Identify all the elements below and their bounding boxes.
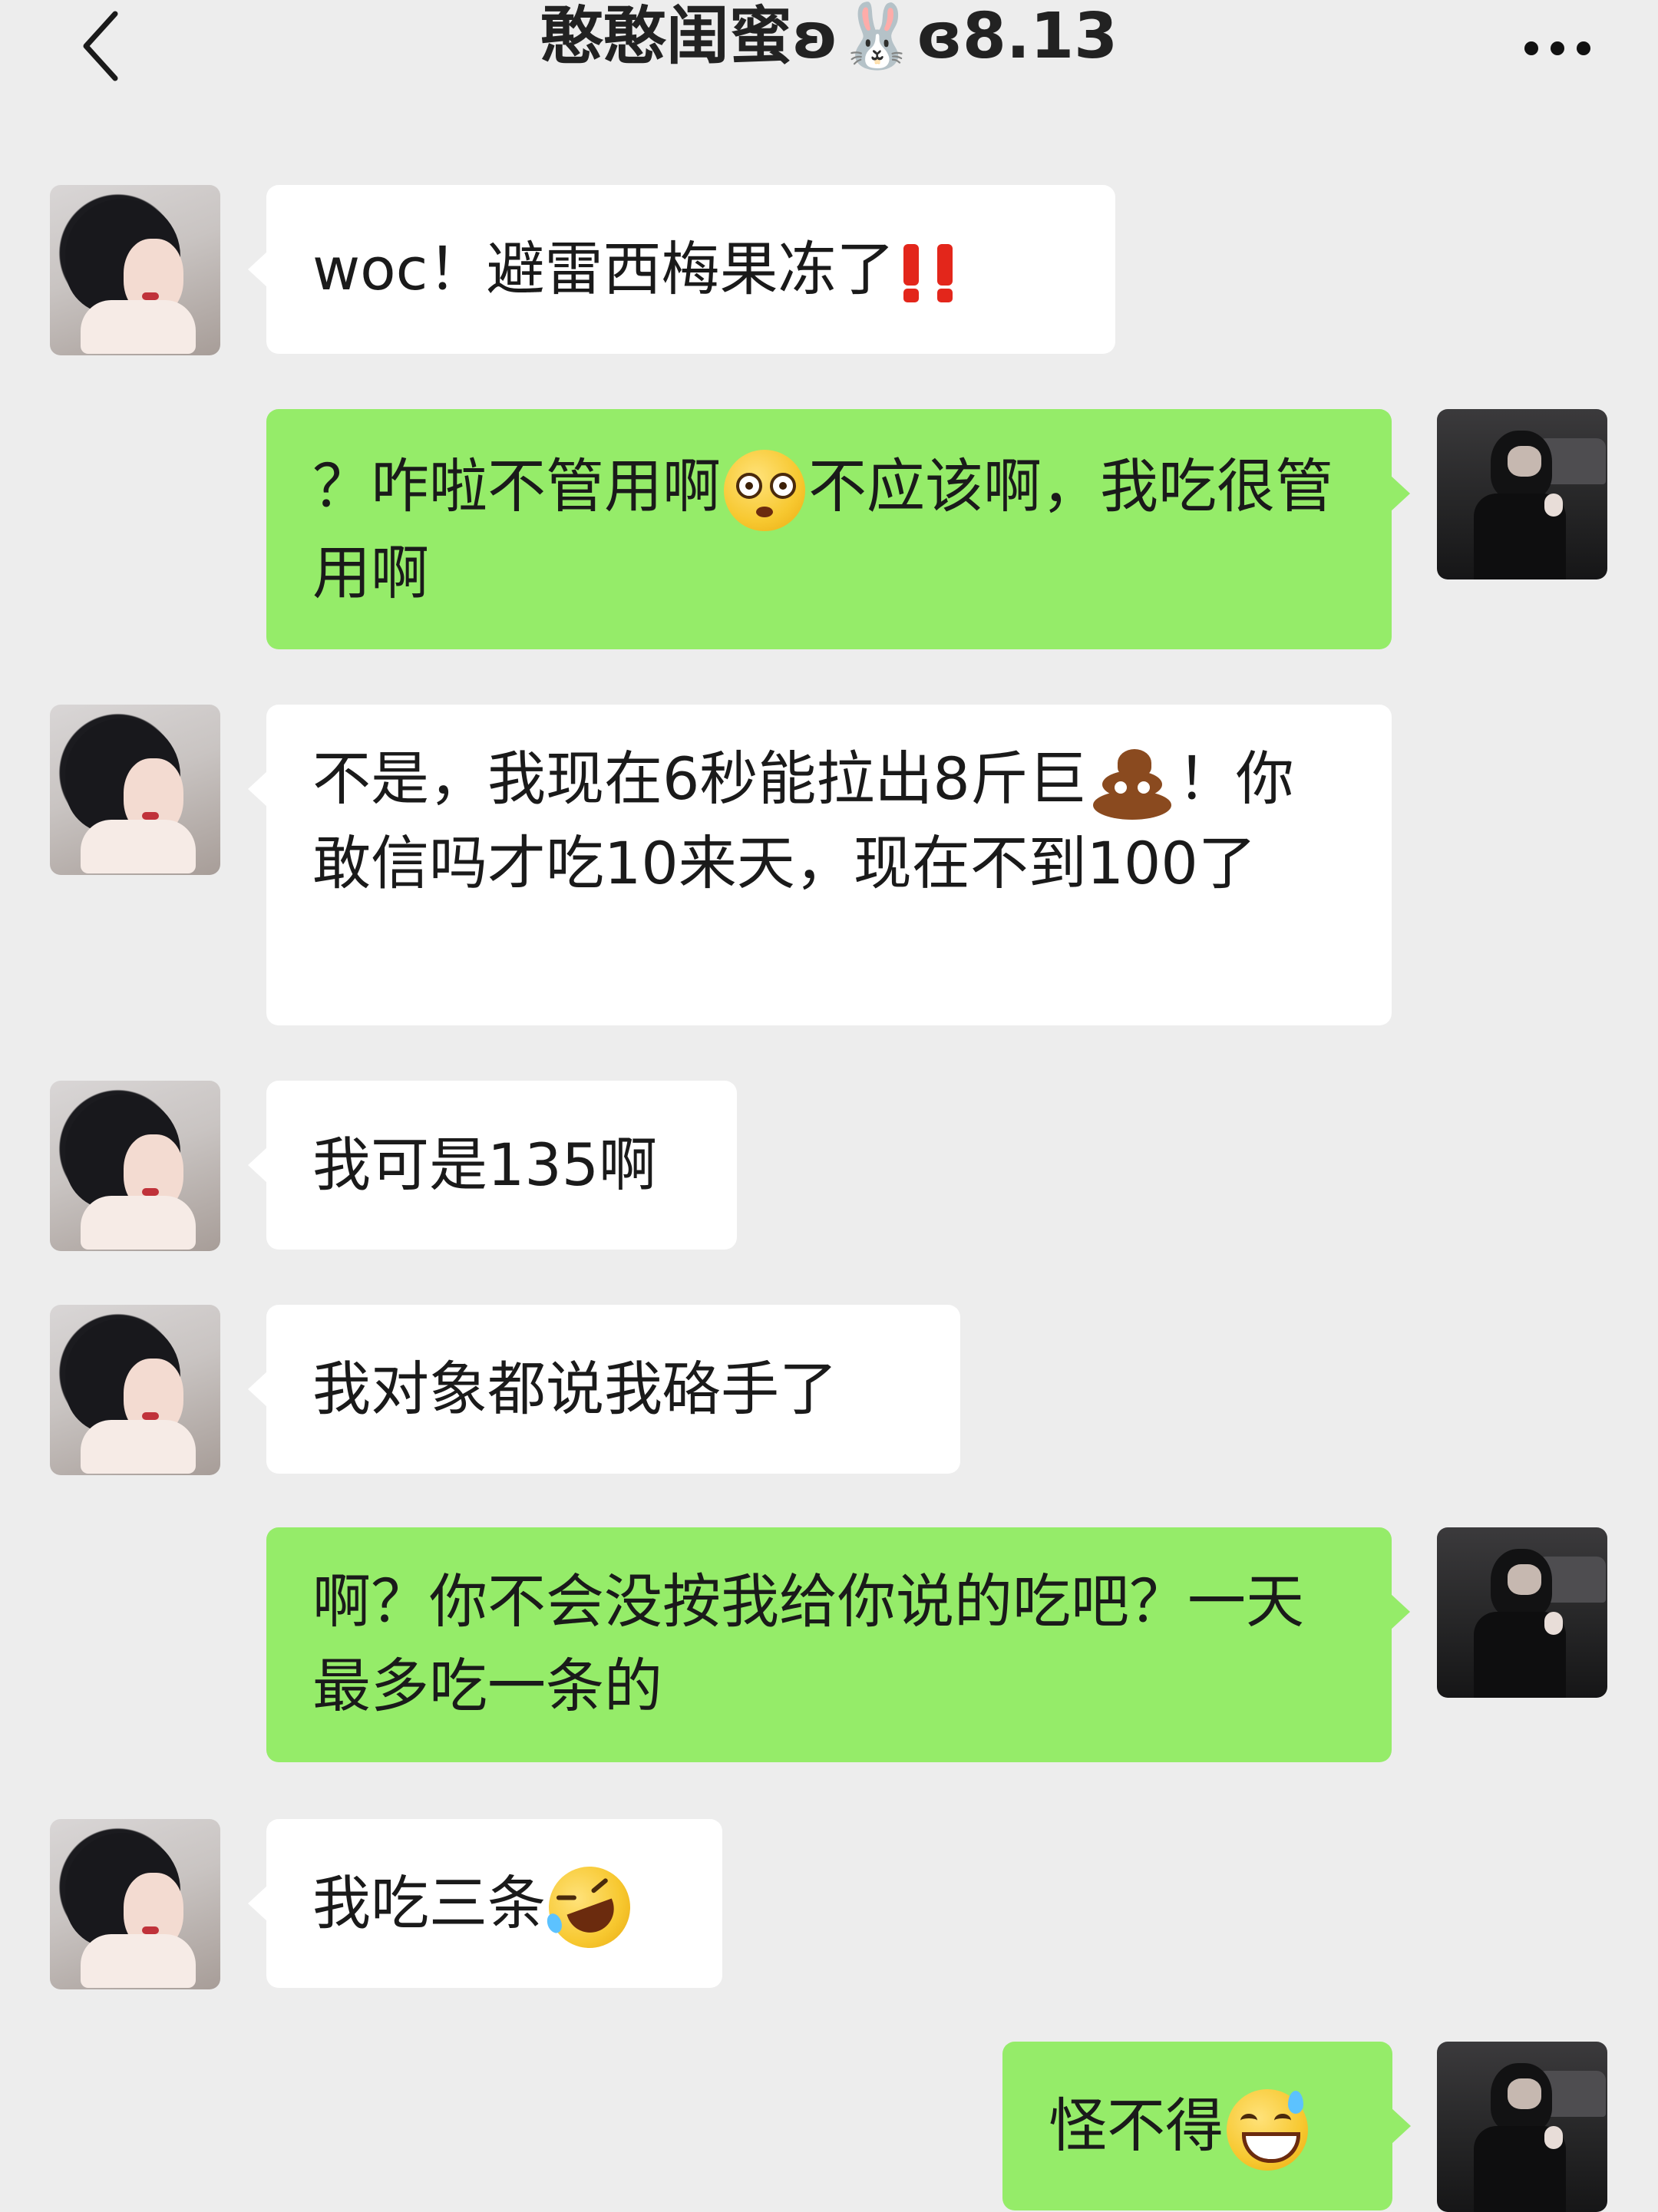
message-text: 我可是135啊 — [312, 1131, 658, 1199]
message-bubble-sent[interactable]: 怪不得 — [1002, 2042, 1411, 2210]
message-bubble-sent[interactable]: 啊？你不会没按我给你说的吃吧？一天最多吃一条的 — [266, 1527, 1410, 1762]
more-options-button[interactable] — [1512, 23, 1604, 69]
message-bubble-received[interactable]: 我可是135啊 — [248, 1081, 737, 1250]
message-text: ？咋啦不管用啊 — [312, 452, 721, 520]
message-text: woc！避雷西梅果冻了 — [312, 235, 895, 303]
ellipsis-icon-dot — [1551, 41, 1564, 55]
message-bubble-received[interactable]: 我对象都说我硌手了 — [248, 1305, 960, 1474]
message-text: 怪不得 — [1049, 2091, 1224, 2160]
message-text: 我对象都说我硌手了 — [312, 1355, 837, 1423]
contact-avatar[interactable] — [50, 1081, 220, 1251]
contact-avatar[interactable] — [50, 1819, 220, 1989]
flushed-face-icon — [724, 450, 805, 531]
message-bubble-received[interactable]: 我吃三条 — [248, 1819, 722, 1988]
self-avatar[interactable] — [1437, 1527, 1607, 1698]
message-bubble-sent[interactable]: ？咋啦不管用啊 不应该啊，我吃很管用啊 — [266, 409, 1410, 649]
contact-avatar[interactable] — [50, 705, 220, 875]
contact-avatar[interactable] — [50, 1305, 220, 1475]
message-bubble-received[interactable]: woc！避雷西梅果冻了 — [248, 185, 1115, 354]
pile-of-poo-icon — [1090, 744, 1174, 821]
chevron-left-icon — [83, 11, 118, 81]
double-exclamation-icon — [897, 241, 962, 305]
back-button[interactable] — [69, 0, 130, 92]
message-bubble-received[interactable]: 不是，我现在6秒能拉出8斤巨 ！你敢信吗才吃10来天，现在不到100了 — [248, 705, 1392, 1025]
message-text: 我吃三条 — [312, 1869, 546, 1937]
grinning-sweat-icon — [1227, 2089, 1308, 2171]
self-avatar[interactable] — [1437, 2042, 1607, 2212]
chat-header: 憨憨闺蜜ʚ🐰ɞ8.13 — [0, 0, 1658, 140]
rolling-laughing-icon — [537, 1855, 642, 1959]
ellipsis-icon-dot — [1577, 41, 1590, 55]
chat-title: 憨憨闺蜜ʚ🐰ɞ8.13 — [540, 0, 1118, 73]
contact-avatar[interactable] — [50, 185, 220, 355]
message-text: 啊？你不会没按我给你说的吃吧？一天最多吃一条的 — [312, 1567, 1304, 1720]
ellipsis-icon — [1524, 41, 1538, 55]
self-avatar[interactable] — [1437, 409, 1607, 579]
message-text: 不是，我现在6秒能拉出8斤巨 — [312, 744, 1087, 813]
